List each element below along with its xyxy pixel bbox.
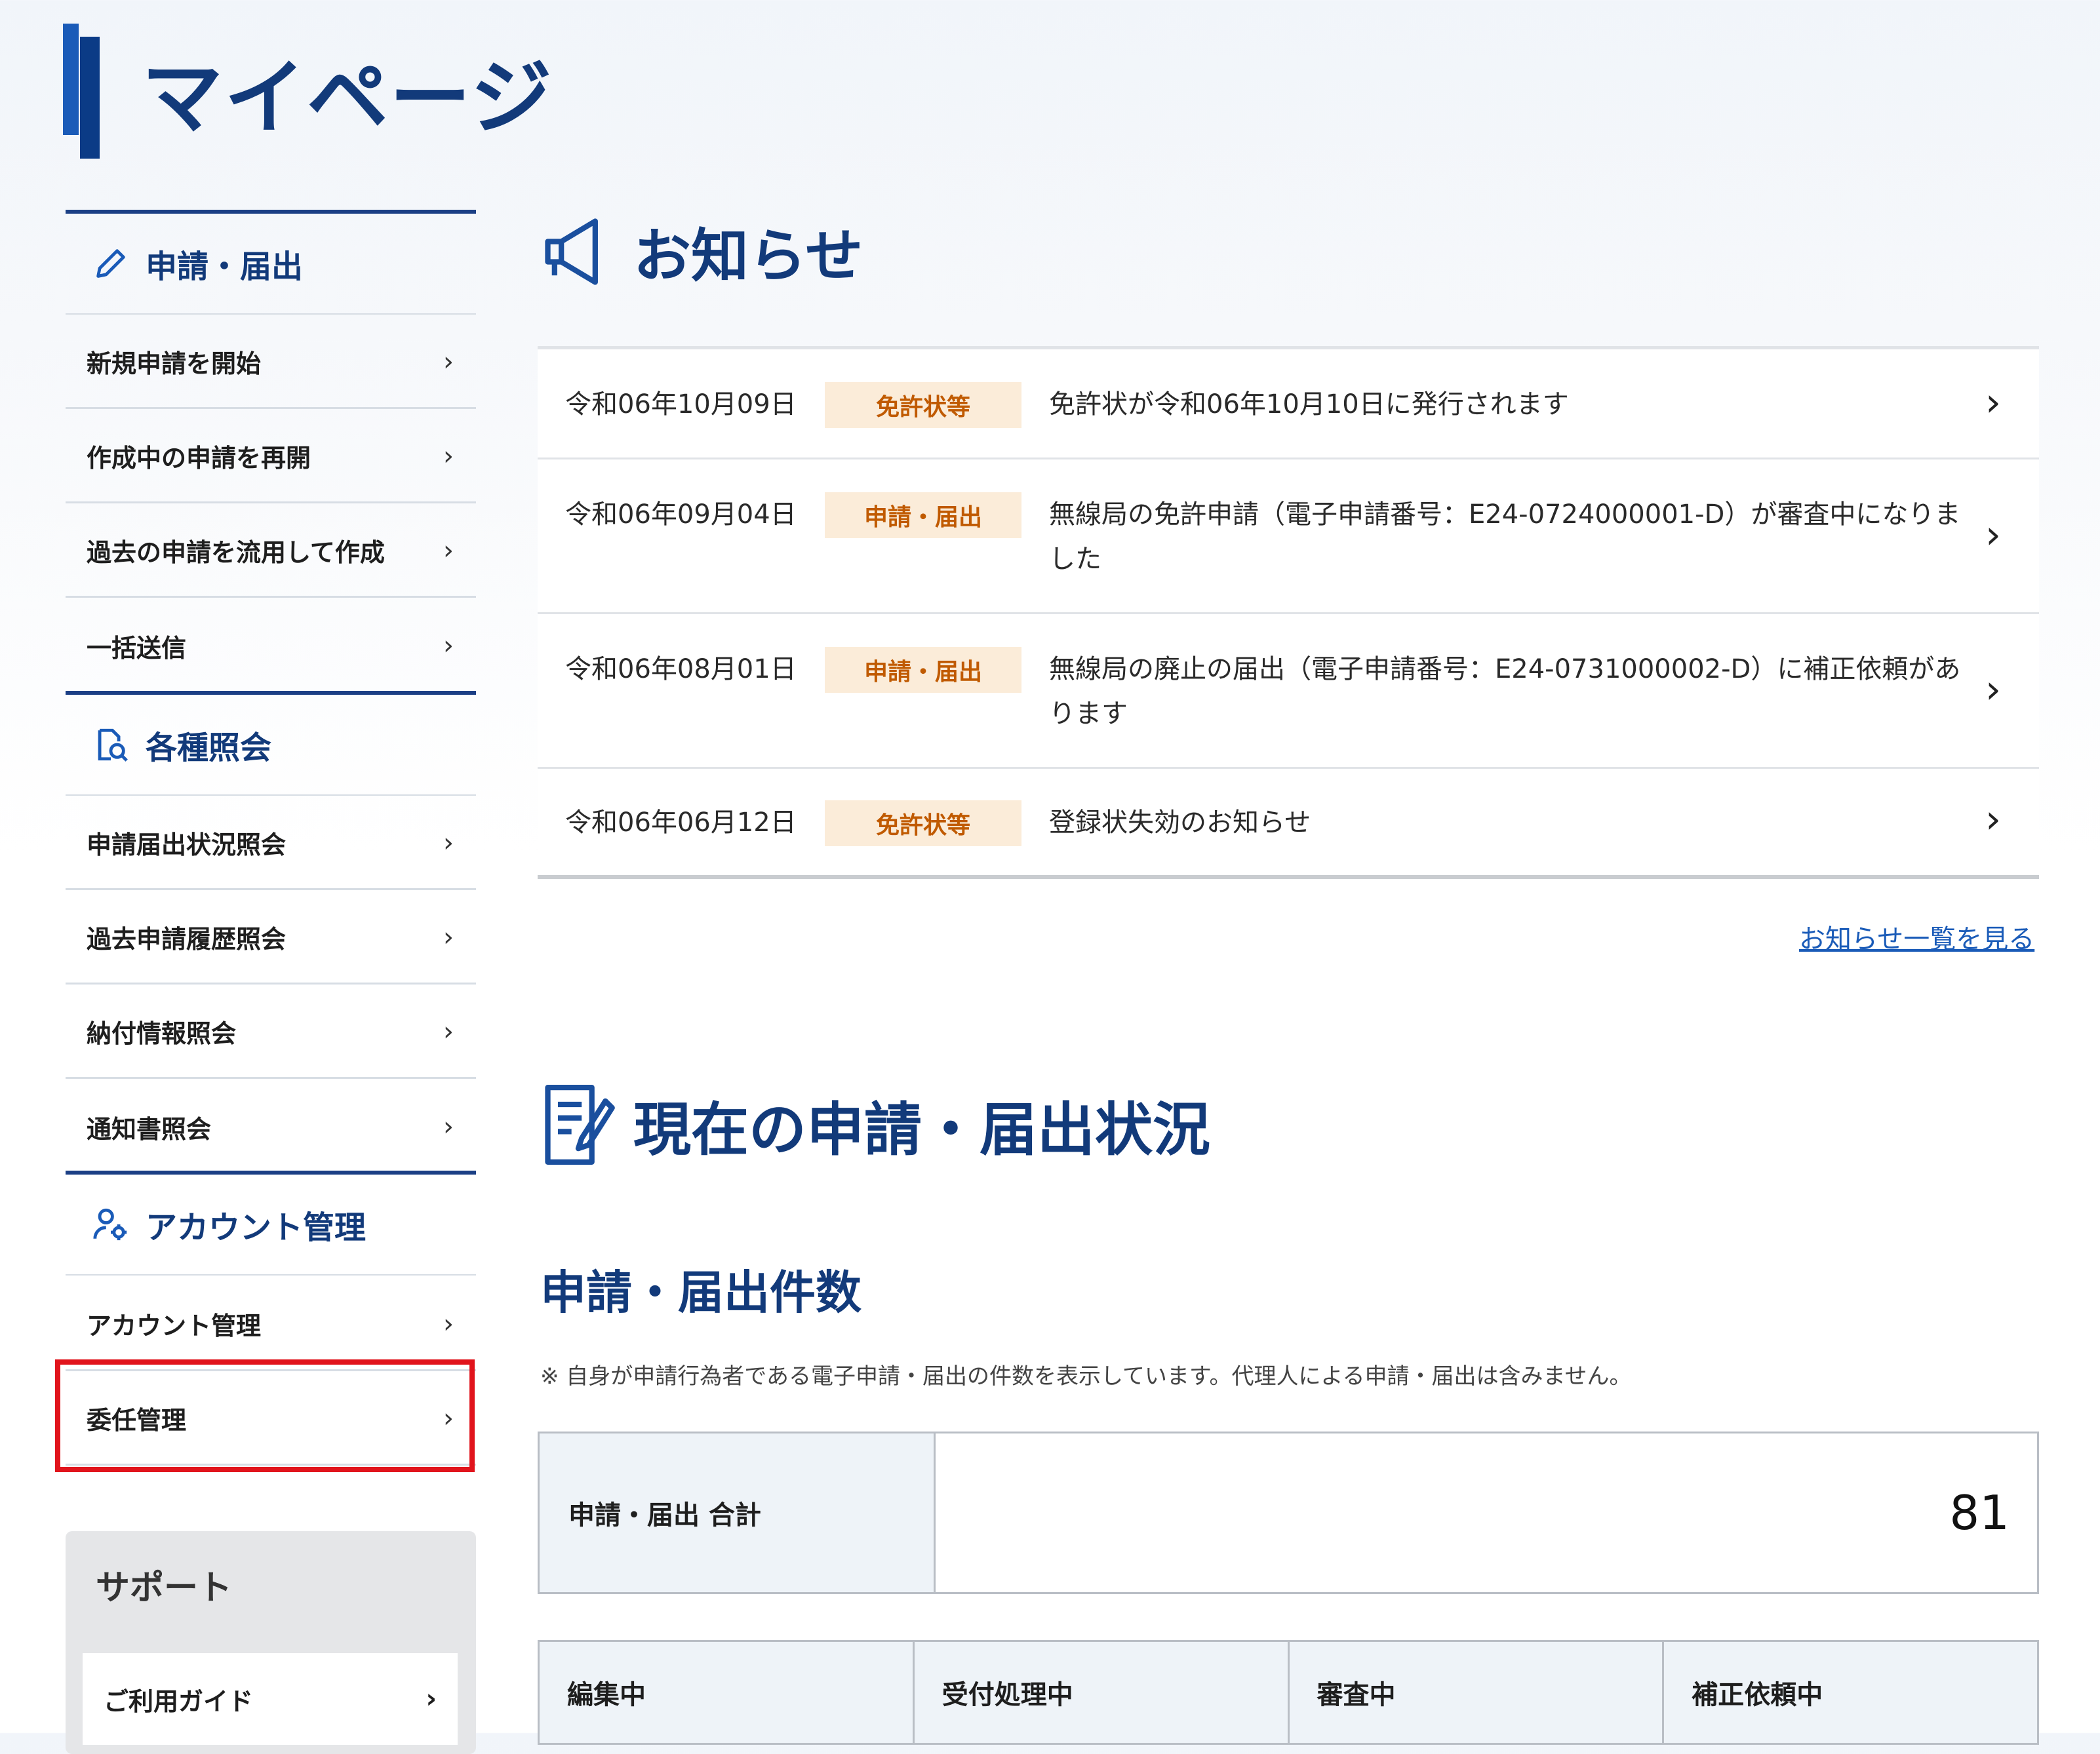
sidebar-item-account-management[interactable]: アカウント管理 › [66, 1278, 476, 1371]
notice-text: 免許状が令和06年10月10日に発行されます [1049, 389, 1569, 419]
application-count-note: ※ 自身が申請行為者である電子申請・届出の件数を表示しています。代理人による申請… [540, 1363, 1632, 1390]
sidebar-section-heading: 申請・届出 [146, 248, 304, 285]
status-heading-text: 現在の申請・届出状況 [633, 1095, 1211, 1163]
notice-date: 令和06年09月04日 [565, 499, 797, 530]
chevron-right-icon: › [1985, 667, 2001, 712]
sidebar-item-notice-inquiry[interactable]: 通知書照会 › [66, 1080, 476, 1173]
chevron-right-icon: › [443, 631, 454, 661]
notice-category-badge: 申請・届出 [825, 647, 1021, 693]
chevron-right-icon: › [443, 1308, 454, 1339]
chevron-right-icon: › [1985, 796, 2001, 842]
notice-heading-text: お知らせ [633, 222, 863, 290]
total-count-value: 81 [1949, 1485, 2010, 1540]
sidebar-section-account: アカウント管理 [66, 1171, 476, 1276]
sidebar-item-label: 通知書照会 [87, 1114, 212, 1144]
page-title: マイページ [142, 51, 553, 146]
total-count-label: 申請・届出 合計 [540, 1433, 936, 1592]
support-guide-link[interactable]: ご利用ガイド › [83, 1653, 458, 1745]
chevron-right-icon: › [1985, 380, 2001, 425]
chevron-right-icon: › [1985, 512, 2001, 558]
notice-row[interactable]: 令和06年06月12日 免許状等 登録状失効のお知らせ › [538, 769, 2039, 875]
support-title: サポート [96, 1569, 233, 1608]
chevron-right-icon: › [443, 346, 454, 377]
notice-row[interactable]: 令和06年08月01日 申請・届出 無線局の廃止の届出（電子申請番号：E24-0… [538, 614, 2039, 769]
notice-date: 令和06年08月01日 [565, 654, 797, 684]
document-search-icon [98, 728, 128, 762]
notice-date: 令和06年10月09日 [565, 389, 797, 419]
status-breakdown-header: 編集中 受付処理中 審査中 補正依頼中 [538, 1640, 2039, 1745]
sidebar-item-label: 新規申請を開始 [87, 349, 262, 378]
sidebar-item-reuse-past[interactable]: 過去の申請を流用して作成 › [66, 505, 476, 598]
sidebar-item-history-inquiry[interactable]: 過去申請履歴照会 › [66, 891, 476, 984]
application-count-heading: 申請・届出件数 [540, 1266, 862, 1319]
notice-list-link[interactable]: お知らせ一覧を見る [1799, 918, 2034, 956]
sidebar-item-label: 納付情報照会 [87, 1019, 237, 1048]
sidebar-section-inquiry: 各種照会 [66, 691, 476, 796]
chevron-right-icon: › [426, 1684, 437, 1714]
chevron-right-icon: › [443, 1112, 454, 1142]
sidebar-item-status-inquiry[interactable]: 申請届出状況照会 › [66, 797, 476, 890]
notice-list: 令和06年10月09日 免許状等 免許状が令和06年10月10日に発行されます … [538, 346, 2039, 879]
breakdown-correction-requested: 補正依頼中 [1692, 1680, 1823, 1710]
sidebar-item-label: 一括送信 [87, 633, 187, 663]
chevron-right-icon: › [443, 827, 454, 858]
sidebar-item-label: 過去の申請を流用して作成 [87, 538, 385, 567]
support-guide-label: ご利用ガイド [104, 1686, 254, 1716]
notice-category-badge: 免許状等 [825, 382, 1021, 428]
sidebar-section-heading: アカウント管理 [146, 1209, 367, 1246]
document-edit-icon [545, 1085, 615, 1165]
breakdown-receiving: 受付処理中 [915, 1642, 1290, 1743]
notice-text: 登録状失効のお知らせ [1049, 808, 1311, 838]
notice-text: 無線局の廃止の届出（電子申請番号：E24-0731000002-D）に補正依頼が… [1049, 654, 1961, 729]
sidebar-section-heading: 各種照会 [146, 730, 272, 766]
notice-date: 令和06年06月12日 [565, 808, 797, 838]
status-section-heading: 現在の申請・届出状況 [538, 1080, 1210, 1169]
sidebar-section-application: 申請・届出 [66, 210, 476, 315]
sidebar-item-label: 申請届出状況照会 [87, 830, 287, 859]
title-accent-bar [63, 24, 102, 159]
sidebar-item-label: アカウント管理 [87, 1312, 262, 1340]
chevron-right-icon: › [443, 535, 454, 566]
pencil-icon [96, 249, 125, 278]
breakdown-editing: 編集中 [540, 1642, 915, 1743]
sidebar-item-resume-draft[interactable]: 作成中の申請を再開 › [66, 410, 476, 503]
megaphone-icon [545, 218, 598, 285]
notice-row[interactable]: 令和06年09月04日 申請・届出 無線局の免許申請（電子申請番号：E24-07… [538, 459, 2039, 614]
notice-text: 無線局の免許申請（電子申請番号：E24-0724000001-D）が審査中になり… [1049, 499, 1961, 574]
sidebar-item-label: 過去申請履歴照会 [87, 925, 287, 954]
chevron-right-icon: › [443, 922, 454, 952]
sidebar-item-new-application[interactable]: 新規申請を開始 › [66, 316, 476, 409]
sidebar-item-payment-inquiry[interactable]: 納付情報照会 › [66, 986, 476, 1079]
highlight-box [55, 1359, 475, 1472]
total-count-table: 申請・届出 合計 81 [538, 1432, 2039, 1594]
notice-category-badge: 申請・届出 [825, 492, 1021, 538]
user-gear-icon [93, 1208, 127, 1241]
sidebar-item-bulk-send[interactable]: 一括送信 › [66, 599, 476, 692]
notice-row[interactable]: 令和06年10月09日 免許状等 免許状が令和06年10月10日に発行されます … [538, 349, 2039, 459]
chevron-right-icon: › [443, 440, 454, 471]
notice-category-badge: 免許状等 [825, 800, 1021, 846]
notice-section-heading: お知らせ [538, 210, 863, 293]
breakdown-reviewing: 審査中 [1290, 1642, 1665, 1743]
sidebar-item-label: 作成中の申請を再開 [87, 444, 311, 473]
chevron-right-icon: › [443, 1016, 454, 1047]
